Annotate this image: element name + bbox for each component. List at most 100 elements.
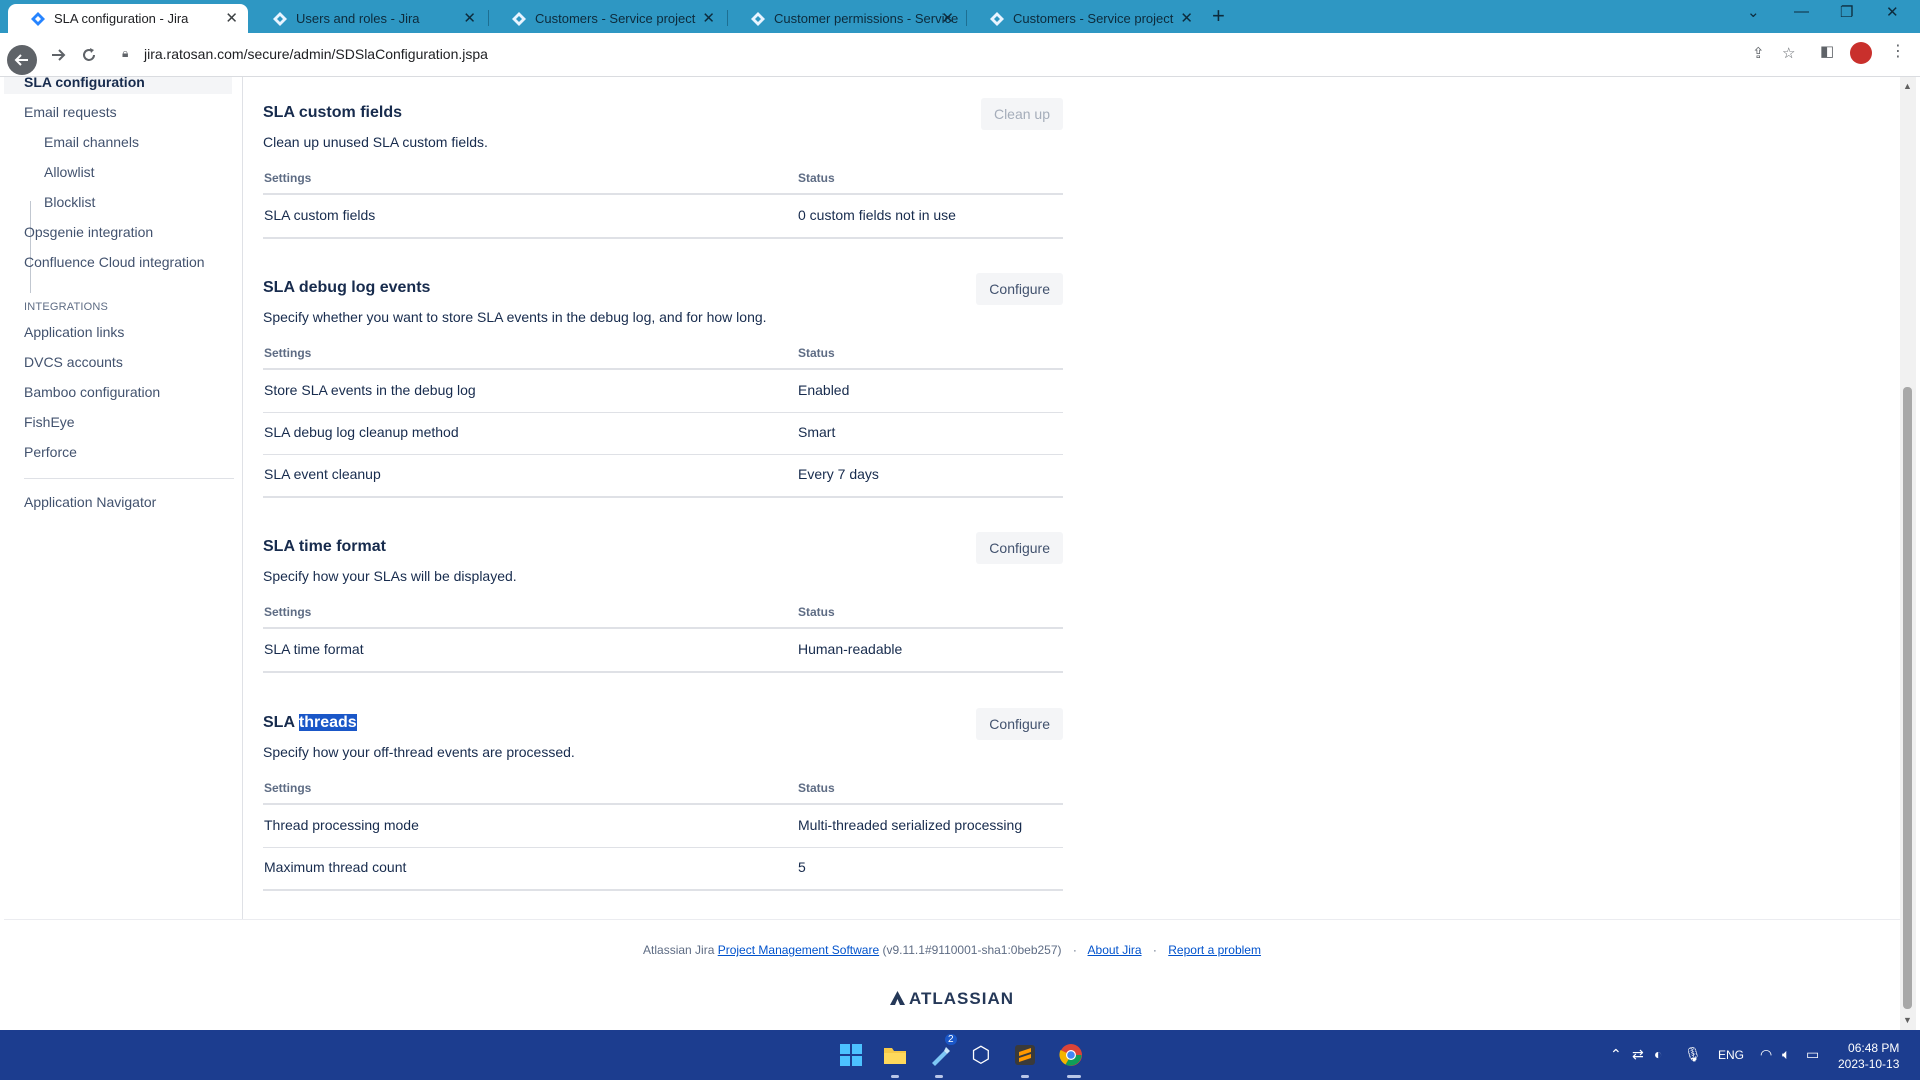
configure-debug-log-button[interactable]: Configure — [976, 273, 1063, 305]
section-description: Clean up unused SLA custom fields. — [263, 134, 488, 150]
close-icon[interactable]: ✕ — [463, 9, 476, 27]
jira-icon — [751, 12, 765, 26]
sidebar-item-dvcs-accounts[interactable]: DVCS accounts — [24, 354, 123, 370]
report-problem-link[interactable]: Report a problem — [1168, 943, 1261, 957]
about-jira-link[interactable]: About Jira — [1088, 943, 1142, 957]
bookmark-star-icon[interactable]: ☆ — [1782, 44, 1795, 62]
close-icon[interactable]: ✕ — [225, 9, 238, 27]
section-title-part: SLA — [263, 714, 299, 731]
side-panel-icon[interactable]: ◧ — [1820, 42, 1834, 60]
arrow-right-icon — [52, 49, 66, 61]
tab-title: Users and roles - Jira — [296, 11, 420, 26]
browser-toolbar: 🔒︎ jira.ratosan.com/secure/admin/SDSlaCo… — [0, 33, 1920, 77]
restore-icon[interactable]: ❐ — [1840, 3, 1853, 21]
wifi-icon[interactable]: ◠ — [1760, 1046, 1772, 1063]
footer-separator: · — [1072, 943, 1077, 957]
scroll-down-icon[interactable]: ▼ — [1903, 1015, 1912, 1025]
address-bar[interactable]: 🔒︎ jira.ratosan.com/secure/admin/SDSlaCo… — [108, 38, 1808, 70]
forward-button[interactable] — [44, 41, 72, 69]
sidebar-item-email-requests[interactable]: Email requests — [24, 104, 117, 120]
atlassian-wordmark: ATLASSIAN — [908, 989, 1014, 1008]
sidebar-item-opsgenie[interactable]: Opsgenie integration — [24, 224, 153, 240]
atlassian-logo[interactable]: ATLASSIAN — [4, 989, 1900, 1009]
weather-icon[interactable]: ◐ — [1654, 1046, 1662, 1062]
sidebar-item-confluence-cloud[interactable]: Confluence Cloud integration — [24, 254, 205, 270]
reload-button[interactable] — [75, 41, 103, 69]
configure-threads-button[interactable]: Configure — [976, 708, 1063, 740]
scroll-up-icon[interactable]: ▲ — [1903, 81, 1912, 91]
taskbar-running-indicator — [1067, 1075, 1081, 1078]
atlassian-mark-icon — [889, 991, 905, 1005]
tab-title: Customers - Service project — [535, 11, 696, 26]
setting-name: SLA debug log cleanup method — [264, 424, 459, 440]
setting-name: Store SLA events in the debug log — [264, 382, 476, 398]
tab-customers-service-project-2[interactable]: Customers - Service project ✕ — [967, 4, 1203, 33]
tab-title: SLA configuration - Jira — [54, 11, 189, 26]
scrollbar-thumb[interactable] — [1903, 387, 1912, 1009]
windows-start-icon[interactable] — [838, 1042, 864, 1068]
selected-text: threads — [298, 714, 357, 731]
sidebar-item-fisheye[interactable]: FishEye — [24, 414, 75, 430]
footer-version: (v9.11.1#9110001-sha1:0beb257) — [879, 943, 1062, 957]
table-row: SLA debug log cleanup method Smart — [263, 412, 1063, 455]
setting-status: Human-readable — [798, 641, 903, 657]
profile-avatar[interactable] — [1850, 42, 1872, 64]
new-tab-button[interactable]: + — [1212, 3, 1225, 29]
language-indicator[interactable]: ENG — [1718, 1048, 1744, 1062]
sidebar-item-allowlist[interactable]: Allowlist — [44, 164, 95, 180]
section-title: SLA custom fields — [263, 104, 402, 121]
pen-icon — [932, 1047, 950, 1066]
tab-users-and-roles[interactable]: Users and roles - Jira ✕ — [250, 4, 486, 33]
configure-time-format-button[interactable]: Configure — [976, 532, 1063, 564]
page-scrollbar[interactable]: ▲ ▼ — [1900, 77, 1916, 1030]
url-text[interactable]: jira.ratosan.com/secure/admin/SDSlaConfi… — [144, 46, 488, 62]
sidebar-item-application-navigator[interactable]: Application Navigator — [24, 494, 156, 510]
column-header-status: Status — [798, 171, 835, 185]
project-management-software-link[interactable]: Project Management Software — [718, 943, 879, 957]
setting-name: SLA time format — [264, 641, 364, 657]
tab-sla-configuration[interactable]: SLA configuration - Jira ✕ — [8, 4, 248, 33]
sidebar-item-blocklist[interactable]: Blocklist — [44, 194, 95, 210]
sidebar-item-application-links[interactable]: Application links — [24, 324, 124, 340]
virtualbox-icon[interactable]: ⬡ — [968, 1042, 994, 1068]
browser-tab-strip: SLA configuration - Jira ✕ Users and rol… — [0, 0, 1920, 33]
volume-icon[interactable]: 🔈︎ — [1782, 1046, 1790, 1063]
clock-time: 06:48 PM — [1848, 1041, 1900, 1055]
file-explorer-icon[interactable] — [882, 1042, 908, 1068]
column-header-status: Status — [798, 605, 835, 619]
column-header-status: Status — [798, 781, 835, 795]
sidebar-item-email-channels[interactable]: Email channels — [44, 134, 139, 150]
back-button[interactable] — [7, 45, 37, 75]
sidebar-item-sla-configuration[interactable]: SLA configuration — [4, 77, 232, 94]
section-description: Specify how your SLAs will be displayed. — [263, 568, 517, 584]
window-close-icon[interactable]: ✕ — [1886, 3, 1899, 21]
lock-icon[interactable]: 🔒︎ — [122, 46, 128, 61]
minimize-icon[interactable]: — — [1794, 3, 1809, 20]
table-header: Settings Status — [263, 603, 1063, 629]
jira-icon — [273, 12, 287, 26]
tray-overflow-icon[interactable]: ⌃ — [1610, 1046, 1622, 1063]
tab-search-icon[interactable]: ⌄ — [1747, 3, 1760, 21]
close-icon[interactable]: ✕ — [1180, 9, 1193, 27]
sublime-text-icon[interactable] — [1012, 1042, 1038, 1068]
browser-menu-icon[interactable]: ⋮ — [1890, 41, 1906, 61]
setting-status: Smart — [798, 424, 836, 440]
jira-app-icon[interactable]: 2 — [927, 1034, 957, 1068]
battery-icon[interactable]: ▭ — [1806, 1046, 1819, 1063]
close-icon[interactable]: ✕ — [941, 9, 954, 27]
close-icon[interactable]: ✕ — [702, 9, 715, 27]
chrome-icon[interactable] — [1058, 1042, 1084, 1068]
setting-status: Multi-threaded serialized processing — [798, 817, 1023, 833]
system-clock[interactable]: 06:48 PM 2023-10-13 — [1838, 1040, 1899, 1072]
editor-icon — [1015, 1045, 1035, 1065]
sidebar-item-bamboo[interactable]: Bamboo configuration — [24, 384, 160, 400]
network-sync-icon[interactable]: ⇄ — [1632, 1046, 1644, 1063]
share-icon[interactable]: ⇪ — [1752, 44, 1765, 62]
clean-up-button[interactable]: Clean up — [980, 98, 1063, 130]
tab-customer-permissions[interactable]: Customer permissions - Service ✕ — [728, 4, 964, 33]
microphone-icon[interactable]: 🎙︎ — [1684, 1046, 1702, 1063]
tab-customers-service-project[interactable]: Customers - Service project ✕ — [489, 4, 725, 33]
table-row: Store SLA events in the debug log Enable… — [263, 370, 1063, 413]
windows-logo-icon — [840, 1044, 862, 1066]
sidebar-item-perforce[interactable]: Perforce — [24, 444, 77, 460]
